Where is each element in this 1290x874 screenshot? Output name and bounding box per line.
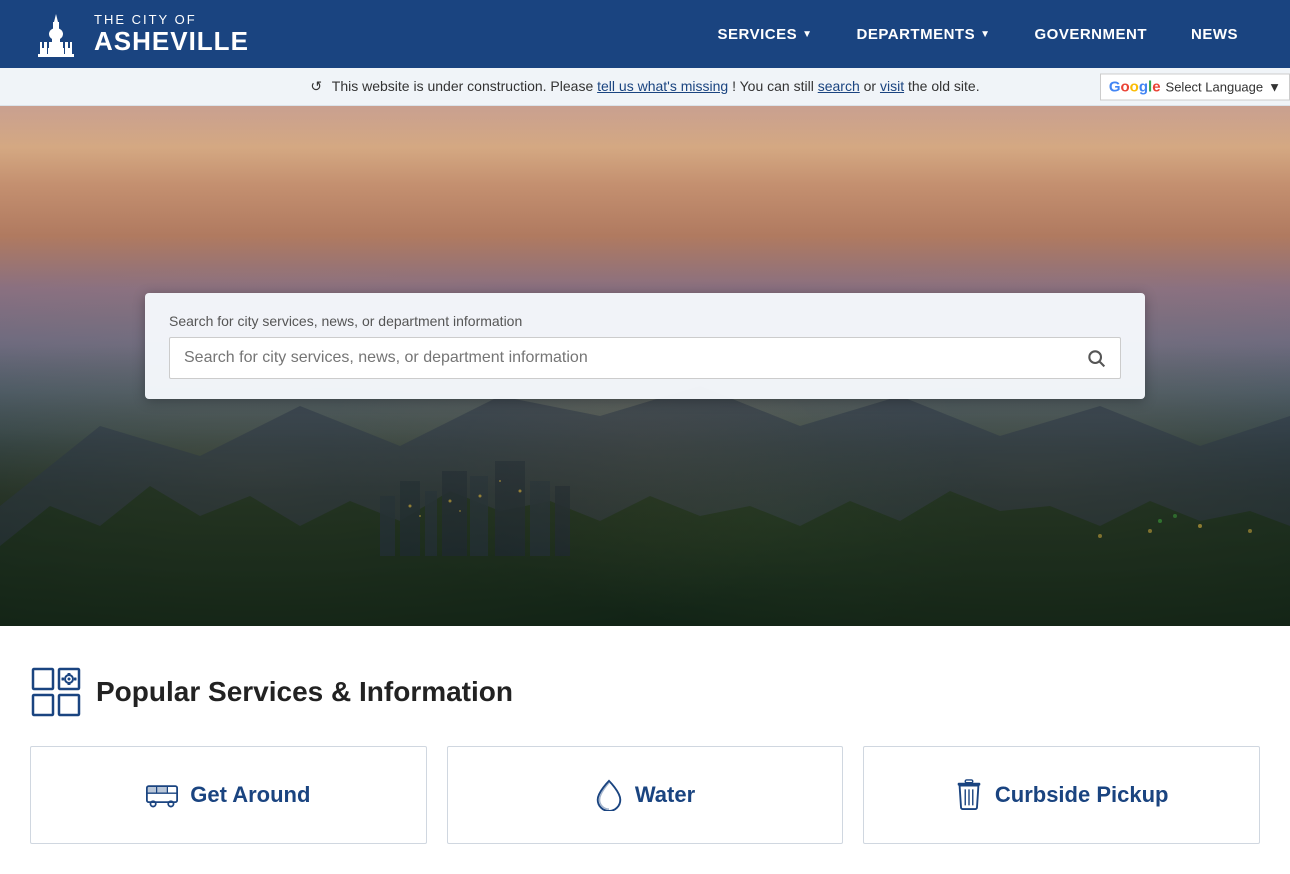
water-drop-icon xyxy=(595,779,623,811)
curbside-label: Curbside Pickup xyxy=(995,782,1169,808)
service-card-water[interactable]: Water xyxy=(447,746,844,844)
get-around-label: Get Around xyxy=(190,782,310,808)
visit-link[interactable]: visit xyxy=(880,78,904,94)
search-link[interactable]: search xyxy=(818,78,860,94)
services-cards: Get Around Water Cur xyxy=(30,746,1260,844)
search-icon xyxy=(1086,348,1106,368)
services-dropdown-arrow: ▼ xyxy=(802,29,812,40)
notice-icon: ↺ xyxy=(310,78,322,94)
language-dropdown-arrow: ▼ xyxy=(1268,79,1281,94)
nav-government[interactable]: GOVERNMENT xyxy=(1012,4,1169,65)
bus-icon xyxy=(146,781,178,809)
select-language-label: Select Language xyxy=(1166,79,1264,94)
services-header: Popular Services & Information xyxy=(30,666,1260,718)
services-title: Popular Services & Information xyxy=(96,676,513,708)
search-button[interactable] xyxy=(1072,338,1120,378)
hero-section: Search for city services, news, or depar… xyxy=(0,106,1290,626)
logo[interactable]: THE CITY OF ASHEVILLE xyxy=(30,8,249,60)
search-input[interactable] xyxy=(170,339,1072,377)
trash-icon xyxy=(955,779,983,811)
nav-news[interactable]: NEWS xyxy=(1169,4,1260,65)
search-container: Search for city services, news, or depar… xyxy=(145,293,1145,399)
departments-dropdown-arrow: ▼ xyxy=(980,29,990,40)
notice-bar: ↺ This website is under construction. Pl… xyxy=(0,68,1290,106)
nav-departments[interactable]: DEPARTMENTS ▼ xyxy=(835,4,1013,65)
services-section: Popular Services & Information Get Aroun… xyxy=(0,626,1290,874)
service-card-get-around[interactable]: Get Around xyxy=(30,746,427,844)
service-card-curbside[interactable]: Curbside Pickup xyxy=(863,746,1260,844)
site-header: THE CITY OF ASHEVILLE SERVICES ▼ DEPARTM… xyxy=(0,0,1290,68)
tell-us-link[interactable]: tell us what's missing xyxy=(597,78,728,94)
logo-text: THE CITY OF ASHEVILLE xyxy=(94,13,249,56)
water-label: Water xyxy=(635,782,695,808)
city-logo-icon xyxy=(30,8,82,60)
services-section-icon xyxy=(30,666,82,718)
search-input-row xyxy=(169,337,1121,379)
main-nav: SERVICES ▼ DEPARTMENTS ▼ GOVERNMENT NEWS xyxy=(696,4,1260,65)
google-logo: Google xyxy=(1109,78,1161,95)
search-label: Search for city services, news, or depar… xyxy=(169,313,1121,329)
language-selector[interactable]: Google Select Language ▼ xyxy=(1100,73,1290,100)
nav-services[interactable]: SERVICES ▼ xyxy=(696,4,835,65)
